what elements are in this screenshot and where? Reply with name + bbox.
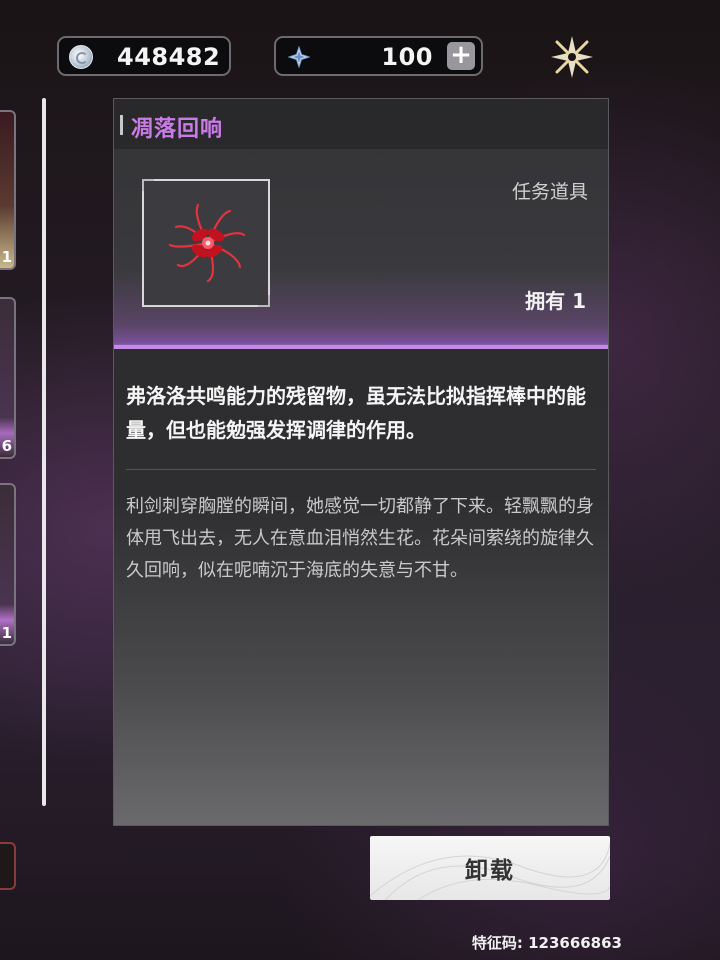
star-crystal-icon	[288, 46, 310, 68]
owned-count: 拥有 1	[525, 289, 586, 313]
unload-button[interactable]: 卸载	[370, 836, 610, 900]
card-count: 6	[1, 437, 12, 455]
inventory-card[interactable]: 6	[0, 297, 16, 459]
frame-corner	[258, 295, 270, 307]
scrollbar-track[interactable]	[42, 98, 46, 806]
item-description: 弗洛洛共鸣能力的残留物，虽无法比拟指挥棒中的能量，但也能勉强发挥调律的作用。	[126, 384, 586, 442]
header-marker	[120, 115, 123, 135]
inventory-card[interactable]: 1	[0, 483, 16, 646]
feature-code: 特征码: 123666863	[471, 934, 622, 952]
coin-amount: 448482	[117, 43, 221, 71]
item-flavor-text: 利剑刺穿胸膛的瞬间，她感觉一切都静了下来。轻飘飘的身体甩飞出去，无人在意血泪悄然…	[126, 496, 594, 581]
inventory-card[interactable]: 1	[0, 110, 16, 270]
card-count: 1	[1, 248, 12, 266]
add-stars-button[interactable]: +	[447, 42, 475, 70]
panel-header: 凋落回响	[114, 99, 608, 149]
item-name: 凋落回响	[131, 117, 224, 142]
card-count: 1	[1, 624, 12, 642]
divider	[126, 469, 596, 470]
item-showcase: 任务道具 拥有 1	[114, 149, 608, 349]
item-icon-frame	[142, 179, 270, 307]
star-counter: 100 +	[274, 36, 483, 76]
item-type: 任务道具	[511, 181, 588, 203]
item-detail-panel: 凋落回响 任务道具 拥有 1 弗洛洛共鸣能力的残留物，虽无法比拟指挥棒中的能量，…	[113, 98, 609, 826]
coin-counter: 448482	[57, 36, 231, 76]
unload-label: 卸载	[465, 858, 515, 884]
star-amount: 100	[381, 43, 433, 71]
sparkle-menu-icon[interactable]	[549, 34, 595, 80]
coin-icon	[69, 45, 93, 69]
red-spider-lily-icon	[168, 203, 246, 283]
frame-corner	[142, 179, 154, 191]
side-tab[interactable]	[0, 842, 16, 890]
